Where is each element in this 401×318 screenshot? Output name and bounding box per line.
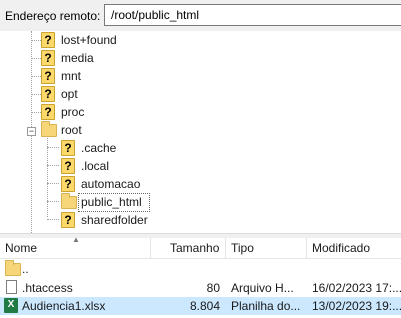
tree-item-public-html[interactable]: public_html [0,193,401,212]
tree-item-sharedfolder[interactable]: ? sharedfolder [0,212,401,230]
tree-item-automacao[interactable]: ? automacao [0,176,401,194]
unknown-folder-icon: ? [61,140,75,156]
tree-item-label: .cache [81,141,117,155]
column-header-size[interactable]: Tamanho [170,241,219,255]
tree-item-local[interactable]: ? .local [0,158,401,176]
tree-item-proc[interactable]: ? proc [0,104,401,122]
column-header-modified[interactable]: Modificado [312,241,370,255]
unknown-folder-icon: ? [41,86,55,102]
tree-item-label: media [61,51,94,65]
tree-item-label: proc [61,105,85,119]
column-divider[interactable] [150,238,151,258]
remote-address-bar: Endereço remoto: /root/public_html [0,0,401,32]
folder-icon [61,193,77,209]
tree-item-media[interactable]: ? media [0,50,401,68]
tree-item-label: mnt [61,69,82,83]
column-header-name[interactable]: Nome [5,241,37,255]
unknown-folder-icon: ? [41,104,55,120]
folder-icon [5,260,21,276]
tree-item-label: sharedfolder [81,213,148,227]
tree-item-opt[interactable]: ? opt [0,86,401,104]
file-name: Audiencia1.xlsx [22,299,106,313]
tree-item-root[interactable]: − root [0,121,401,140]
file-row-audiencia1[interactable]: X Audiencia1.xlsx 8.804 Planilha do... 1… [0,297,401,315]
file-type: Arquivo H... [231,281,294,295]
file-icon [6,280,17,294]
folder-icon [41,121,57,137]
remote-address-input[interactable]: /root/public_html [104,4,401,26]
file-list-header: Nome ▲ Tamanho Tipo Modificado [0,235,401,259]
remote-address-label: Endereço remoto: [5,9,101,23]
column-divider[interactable] [225,238,226,258]
tree-item-label: public_html [81,195,142,209]
tree-item-lost-found[interactable]: ? lost+found [0,32,401,50]
file-size: 8.804 [189,299,220,313]
unknown-folder-icon: ? [41,50,55,66]
file-name: .. [22,262,29,276]
tree-item-label: .local [81,159,110,173]
tree-item-label: lost+found [61,33,117,47]
remote-directory-tree[interactable]: ? lost+found ? media ? mnt ? opt ? proc … [0,31,401,233]
file-row-htaccess[interactable]: .htaccess 80 Arquivo H... 16/02/2023 17:… [0,279,401,297]
column-header-type[interactable]: Tipo [231,241,254,255]
tree-item-label: automacao [81,177,141,191]
file-type: Planilha do... [231,299,301,313]
tree-item-label: root [61,123,82,137]
unknown-folder-icon: ? [61,212,75,228]
sort-ascending-icon: ▲ [72,235,80,244]
column-divider[interactable] [306,238,307,258]
tree-item-cache[interactable]: ? .cache [0,140,401,158]
file-modified: 13/02/2023 19:... [312,299,401,313]
unknown-folder-icon: ? [61,158,75,174]
collapse-toggle-icon[interactable]: − [27,127,36,136]
unknown-folder-icon: ? [61,176,75,192]
file-modified: 16/02/2023 17:... [312,281,401,295]
tree-item-label: opt [61,87,78,101]
file-size: 80 [206,281,220,295]
file-row-parent[interactable]: .. [0,260,401,278]
excel-icon: X [4,298,18,313]
file-name: .htaccess [22,281,73,295]
unknown-folder-icon: ? [41,32,55,48]
unknown-folder-icon: ? [41,68,55,84]
tree-item-mnt[interactable]: ? mnt [0,68,401,86]
